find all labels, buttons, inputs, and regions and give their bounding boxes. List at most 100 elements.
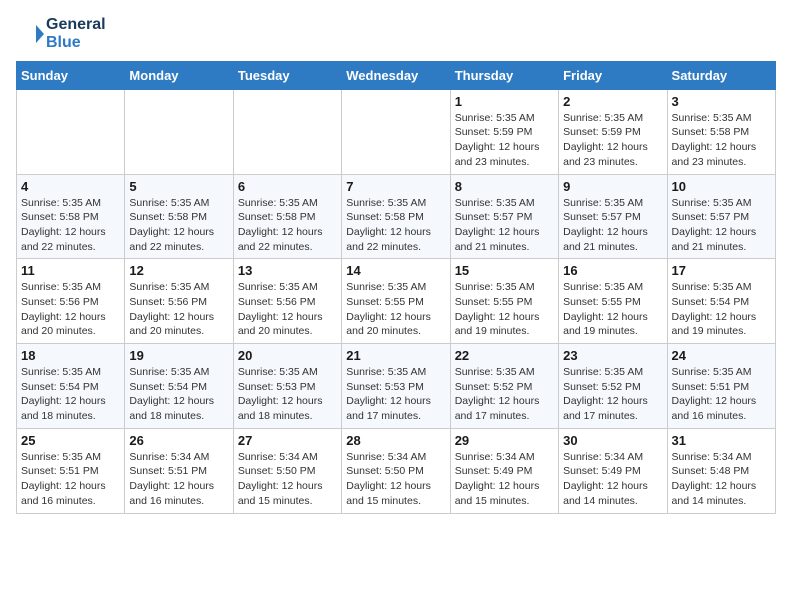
day-number: 6 <box>238 179 337 194</box>
day-info: Sunrise: 5:35 AM Sunset: 5:53 PM Dayligh… <box>238 365 337 424</box>
logo-block: General Blue <box>16 16 106 53</box>
logo: General Blue <box>16 16 106 53</box>
weekday-header: Saturday <box>667 61 775 89</box>
calendar-week-row: 4 Sunrise: 5:35 AM Sunset: 5:58 PM Daylig… <box>17 174 776 259</box>
day-number: 19 <box>129 348 228 363</box>
weekday-header: Tuesday <box>233 61 341 89</box>
day-info: Sunrise: 5:35 AM Sunset: 5:52 PM Dayligh… <box>563 365 662 424</box>
day-number: 15 <box>455 263 554 278</box>
logo-blue: Blue <box>46 34 106 52</box>
day-number: 3 <box>672 94 771 109</box>
day-number: 22 <box>455 348 554 363</box>
day-number: 25 <box>21 433 120 448</box>
calendar-body: 1 Sunrise: 5:35 AM Sunset: 5:59 PM Daylig… <box>17 89 776 513</box>
calendar-cell: 12 Sunrise: 5:35 AM Sunset: 5:56 PM Dayli… <box>125 259 233 344</box>
day-info: Sunrise: 5:34 AM Sunset: 5:50 PM Dayligh… <box>238 450 337 509</box>
logo-general: General <box>46 16 106 34</box>
day-number: 1 <box>455 94 554 109</box>
calendar-cell <box>17 89 125 174</box>
day-number: 23 <box>563 348 662 363</box>
day-number: 27 <box>238 433 337 448</box>
day-info: Sunrise: 5:35 AM Sunset: 5:56 PM Dayligh… <box>238 280 337 339</box>
calendar-cell: 19 Sunrise: 5:35 AM Sunset: 5:54 PM Dayli… <box>125 344 233 429</box>
calendar-cell: 18 Sunrise: 5:35 AM Sunset: 5:54 PM Dayli… <box>17 344 125 429</box>
calendar-cell: 7 Sunrise: 5:35 AM Sunset: 5:58 PM Daylig… <box>342 174 450 259</box>
calendar-week-row: 11 Sunrise: 5:35 AM Sunset: 5:56 PM Dayli… <box>17 259 776 344</box>
calendar-cell: 3 Sunrise: 5:35 AM Sunset: 5:58 PM Daylig… <box>667 89 775 174</box>
day-number: 14 <box>346 263 445 278</box>
day-info: Sunrise: 5:34 AM Sunset: 5:50 PM Dayligh… <box>346 450 445 509</box>
day-number: 30 <box>563 433 662 448</box>
day-info: Sunrise: 5:34 AM Sunset: 5:49 PM Dayligh… <box>455 450 554 509</box>
day-info: Sunrise: 5:35 AM Sunset: 5:52 PM Dayligh… <box>455 365 554 424</box>
day-number: 13 <box>238 263 337 278</box>
day-info: Sunrise: 5:35 AM Sunset: 5:55 PM Dayligh… <box>563 280 662 339</box>
calendar-cell: 5Sunrise: 5:35 AM Sunset: 5:58 PM Daylig… <box>125 174 233 259</box>
day-number: 7 <box>346 179 445 194</box>
logo-icon <box>16 20 44 48</box>
day-number: 20 <box>238 348 337 363</box>
day-info: Sunrise: 5:35 AM Sunset: 5:58 PM Dayligh… <box>346 196 445 255</box>
calendar-week-row: 18 Sunrise: 5:35 AM Sunset: 5:54 PM Dayli… <box>17 344 776 429</box>
calendar-cell: 13 Sunrise: 5:35 AM Sunset: 5:56 PM Dayli… <box>233 259 341 344</box>
day-number: 8 <box>455 179 554 194</box>
calendar-cell: 24Sunrise: 5:35 AM Sunset: 5:51 PM Dayli… <box>667 344 775 429</box>
calendar-cell: 10 Sunrise: 5:35 AM Sunset: 5:57 PM Dayli… <box>667 174 775 259</box>
calendar-cell: 27 Sunrise: 5:34 AM Sunset: 5:50 PM Dayli… <box>233 428 341 513</box>
calendar-cell: 2Sunrise: 5:35 AM Sunset: 5:59 PM Daylig… <box>559 89 667 174</box>
calendar-cell: 26Sunrise: 5:34 AM Sunset: 5:51 PM Dayli… <box>125 428 233 513</box>
weekday-header: Wednesday <box>342 61 450 89</box>
calendar-cell: 8 Sunrise: 5:35 AM Sunset: 5:57 PM Daylig… <box>450 174 558 259</box>
calendar-cell: 15 Sunrise: 5:35 AM Sunset: 5:55 PM Dayli… <box>450 259 558 344</box>
calendar-header-row: SundayMondayTuesdayWednesdayThursdayFrid… <box>17 61 776 89</box>
day-number: 31 <box>672 433 771 448</box>
weekday-header: Sunday <box>17 61 125 89</box>
calendar-cell <box>342 89 450 174</box>
day-info: Sunrise: 5:35 AM Sunset: 5:57 PM Dayligh… <box>672 196 771 255</box>
day-number: 29 <box>455 433 554 448</box>
calendar-cell: 17Sunrise: 5:35 AM Sunset: 5:54 PM Dayli… <box>667 259 775 344</box>
day-info: Sunrise: 5:35 AM Sunset: 5:57 PM Dayligh… <box>563 196 662 255</box>
calendar-cell: 30 Sunrise: 5:34 AM Sunset: 5:49 PM Dayli… <box>559 428 667 513</box>
calendar-cell: 29 Sunrise: 5:34 AM Sunset: 5:49 PM Dayli… <box>450 428 558 513</box>
calendar-table: SundayMondayTuesdayWednesdayThursdayFrid… <box>16 61 776 514</box>
calendar-cell: 9 Sunrise: 5:35 AM Sunset: 5:57 PM Daylig… <box>559 174 667 259</box>
calendar-cell <box>233 89 341 174</box>
day-info: Sunrise: 5:35 AM Sunset: 5:51 PM Dayligh… <box>21 450 120 509</box>
day-number: 4 <box>21 179 120 194</box>
calendar-cell: 1 Sunrise: 5:35 AM Sunset: 5:59 PM Daylig… <box>450 89 558 174</box>
day-info: Sunrise: 5:35 AM Sunset: 5:54 PM Dayligh… <box>21 365 120 424</box>
day-number: 17 <box>672 263 771 278</box>
day-info: Sunrise: 5:35 AM Sunset: 5:54 PM Dayligh… <box>129 365 228 424</box>
calendar-cell: 23 Sunrise: 5:35 AM Sunset: 5:52 PM Dayli… <box>559 344 667 429</box>
day-number: 16 <box>563 263 662 278</box>
day-info: Sunrise: 5:34 AM Sunset: 5:49 PM Dayligh… <box>563 450 662 509</box>
day-number: 9 <box>563 179 662 194</box>
calendar-cell: 6Sunrise: 5:35 AM Sunset: 5:58 PM Daylig… <box>233 174 341 259</box>
day-number: 2 <box>563 94 662 109</box>
calendar-cell: 20 Sunrise: 5:35 AM Sunset: 5:53 PM Dayli… <box>233 344 341 429</box>
day-info: Sunrise: 5:35 AM Sunset: 5:58 PM Dayligh… <box>672 111 771 170</box>
calendar-cell: 16 Sunrise: 5:35 AM Sunset: 5:55 PM Dayli… <box>559 259 667 344</box>
day-number: 12 <box>129 263 228 278</box>
day-info: Sunrise: 5:35 AM Sunset: 5:57 PM Dayligh… <box>455 196 554 255</box>
weekday-header: Thursday <box>450 61 558 89</box>
weekday-header: Friday <box>559 61 667 89</box>
day-info: Sunrise: 5:35 AM Sunset: 5:55 PM Dayligh… <box>455 280 554 339</box>
day-info: Sunrise: 5:35 AM Sunset: 5:55 PM Dayligh… <box>346 280 445 339</box>
calendar-cell: 21Sunrise: 5:35 AM Sunset: 5:53 PM Dayli… <box>342 344 450 429</box>
calendar-cell: 22 Sunrise: 5:35 AM Sunset: 5:52 PM Dayli… <box>450 344 558 429</box>
day-number: 10 <box>672 179 771 194</box>
day-number: 11 <box>21 263 120 278</box>
calendar-cell: 28 Sunrise: 5:34 AM Sunset: 5:50 PM Dayli… <box>342 428 450 513</box>
calendar-cell: 25 Sunrise: 5:35 AM Sunset: 5:51 PM Dayli… <box>17 428 125 513</box>
day-info: Sunrise: 5:35 AM Sunset: 5:58 PM Dayligh… <box>21 196 120 255</box>
calendar-cell: 11 Sunrise: 5:35 AM Sunset: 5:56 PM Dayli… <box>17 259 125 344</box>
day-number: 28 <box>346 433 445 448</box>
day-info: Sunrise: 5:35 AM Sunset: 5:56 PM Dayligh… <box>129 280 228 339</box>
day-info: Sunrise: 5:34 AM Sunset: 5:48 PM Dayligh… <box>672 450 771 509</box>
day-info: Sunrise: 5:35 AM Sunset: 5:59 PM Dayligh… <box>455 111 554 170</box>
day-info: Sunrise: 5:35 AM Sunset: 5:58 PM Dayligh… <box>129 196 228 255</box>
day-info: Sunrise: 5:35 AM Sunset: 5:56 PM Dayligh… <box>21 280 120 339</box>
day-number: 18 <box>21 348 120 363</box>
